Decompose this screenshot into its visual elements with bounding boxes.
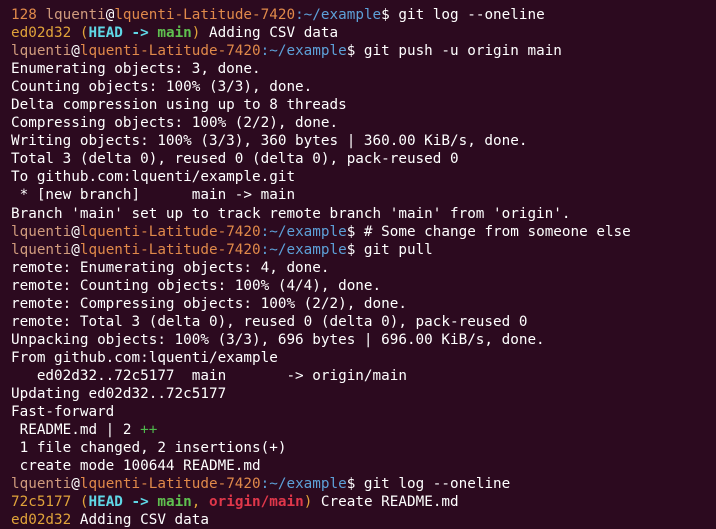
terminal-line: ed02d32..72c5177 main -> origin/main (11, 367, 716, 385)
prompt-at: @ (71, 223, 80, 240)
terminal-line: Counting objects: 100% (3/3), done. (11, 78, 716, 96)
prompt-user: lquenti (11, 43, 72, 60)
terminal-line: Total 3 (delta 0), reused 0 (delta 0), p… (11, 150, 716, 168)
terminal-line: Writing objects: 100% (3/3), 360 bytes |… (11, 132, 716, 150)
output-text: Fast-forward (11, 404, 115, 421)
terminal-line: Unpacking objects: 100% (3/3), 696 bytes… (11, 331, 716, 349)
terminal-line: README.md | 2 ++ (11, 421, 716, 439)
output-text: $ # Some change from someone else (346, 223, 631, 240)
output-text: * [new branch] main -> main (11, 187, 296, 204)
ref-head: HEAD -> (88, 25, 158, 42)
prompt-user: lquenti (11, 476, 72, 493)
output-text: ed02d32..72c5177 main -> origin/main (11, 367, 407, 384)
ref-delimiter: ( (71, 25, 89, 42)
terminal-line: 128 lquenti@lquenti-Latitude-7420:~/exam… (11, 6, 716, 24)
ref-branch: main (157, 25, 192, 42)
output-text: To github.com:lquenti/example.git (11, 169, 296, 186)
terminal-line: lquenti@lquenti-Latitude-7420:~/example$… (11, 475, 716, 493)
terminal-line: From github.com:lquenti/example (11, 349, 716, 367)
prompt-path: :~/example (260, 223, 347, 240)
prompt-host: lquenti-Latitude-7420 (79, 223, 261, 240)
commit-hash: 72c5177 (11, 494, 72, 511)
output-text: create mode 100644 README.md (11, 458, 261, 475)
terminal-line: lquenti@lquenti-Latitude-7420:~/example$… (11, 42, 716, 60)
output-text: Branch 'main' set up to track remote bra… (11, 205, 571, 222)
output-text: Compressing objects: 100% (2/2), done. (11, 115, 339, 132)
terminal-line: Delta compression using up to 8 threads (11, 96, 716, 114)
prompt-path: :~/example (260, 241, 347, 258)
output-text: From github.com:lquenti/example (11, 349, 278, 366)
ref-delimiter: ( (71, 494, 89, 511)
terminal-line: Enumerating objects: 3, done. (11, 60, 716, 78)
terminal-line: Updating ed02d32..72c5177 (11, 385, 716, 403)
prompt-at: @ (71, 241, 80, 258)
terminal-line: create mode 100644 README.md (11, 457, 716, 475)
terminal-line: Fast-forward (11, 403, 716, 421)
output-text: Updating ed02d32..72c5177 (11, 385, 227, 402)
output-text: $ git log --oneline (381, 7, 545, 23)
terminal-line: remote: Total 3 (delta 0), reused 0 (del… (11, 313, 716, 331)
terminal-line: To github.com:lquenti/example.git (11, 168, 716, 186)
prompt-host: lquenti-Latitude-7420 (79, 43, 261, 60)
output-text: remote: Total 3 (delta 0), reused 0 (del… (11, 313, 528, 330)
output-text: 1 file changed, 2 insertions(+) (11, 440, 287, 457)
output-text: Unpacking objects: 100% (3/3), 696 bytes… (11, 331, 545, 348)
terminal-line: ed02d32 Adding CSV data (11, 511, 716, 529)
output-text: $ git log --oneline (346, 476, 511, 493)
output-text: Adding CSV data (200, 25, 339, 42)
output-text: README.md | 2 (11, 422, 141, 439)
prompt-user: lquenti (11, 223, 72, 240)
terminal-line: lquenti@lquenti-Latitude-7420:~/example$… (11, 241, 716, 259)
terminal-line: * [new branch] main -> main (11, 186, 716, 204)
output-text: remote: Compressing objects: 100% (2/2),… (11, 295, 407, 312)
prompt-host: lquenti-Latitude-7420 (79, 241, 261, 258)
commit-hash: ed02d32 (11, 25, 72, 42)
terminal-line: lquenti@lquenti-Latitude-7420:~/example$… (11, 223, 716, 241)
terminal-line: remote: Compressing objects: 100% (2/2),… (11, 295, 716, 313)
prompt-path: :~/example (295, 7, 382, 23)
output-text: remote: Counting objects: 100% (4/4), do… (11, 277, 382, 294)
terminal-line: Branch 'main' set up to track remote bra… (11, 205, 716, 223)
output-text: remote: Enumerating objects: 4, done. (11, 259, 330, 276)
output-text: Enumerating objects: 3, done. (11, 61, 261, 78)
terminal-line: remote: Counting objects: 100% (4/4), do… (11, 277, 716, 295)
output-text: Total 3 (delta 0), reused 0 (delta 0), p… (11, 151, 459, 168)
terminal-output[interactable]: 128 lquenti@lquenti-Latitude-7420:~/exam… (0, 0, 716, 529)
prompt-path: :~/example (260, 476, 347, 493)
prompt-path: :~/example (260, 43, 347, 60)
output-text: $ git pull (346, 241, 433, 258)
prompt-host: lquenti-Latitude-7420 (114, 7, 296, 23)
terminal-line: 1 file changed, 2 insertions(+) (11, 439, 716, 457)
output-text: Create README.md (312, 494, 459, 511)
terminal-line: remote: Enumerating objects: 4, done. (11, 259, 716, 277)
prompt-user: lquenti (11, 241, 72, 258)
diff-plus: ++ (140, 422, 158, 439)
ref-branch: main (157, 494, 192, 511)
ref-head: HEAD -> (88, 494, 158, 511)
terminal-line: ed02d32 (HEAD -> main) Adding CSV data (11, 24, 716, 42)
ref-delimiter: , (191, 494, 210, 511)
prompt-at: @ (71, 476, 80, 493)
commit-hash: ed02d32 (11, 512, 72, 529)
output-text: Writing objects: 100% (3/3), 360 bytes |… (11, 133, 528, 150)
output-text: Adding CSV data (71, 512, 209, 529)
prompt-host: lquenti-Latitude-7420 (79, 476, 261, 493)
output-text: $ git push -u origin main (346, 43, 562, 60)
prompt-at: @ (71, 43, 80, 60)
prompt-user: lquenti (45, 7, 106, 23)
ref-remote: origin/main (209, 494, 304, 511)
terminal-line: Compressing objects: 100% (2/2), done. (11, 114, 716, 132)
exit-code: 128 (11, 7, 46, 23)
output-text: Counting objects: 100% (3/3), done. (11, 79, 313, 96)
output-text: Delta compression using up to 8 threads (11, 97, 347, 114)
terminal-line: 72c5177 (HEAD -> main, origin/main) Crea… (11, 493, 716, 511)
